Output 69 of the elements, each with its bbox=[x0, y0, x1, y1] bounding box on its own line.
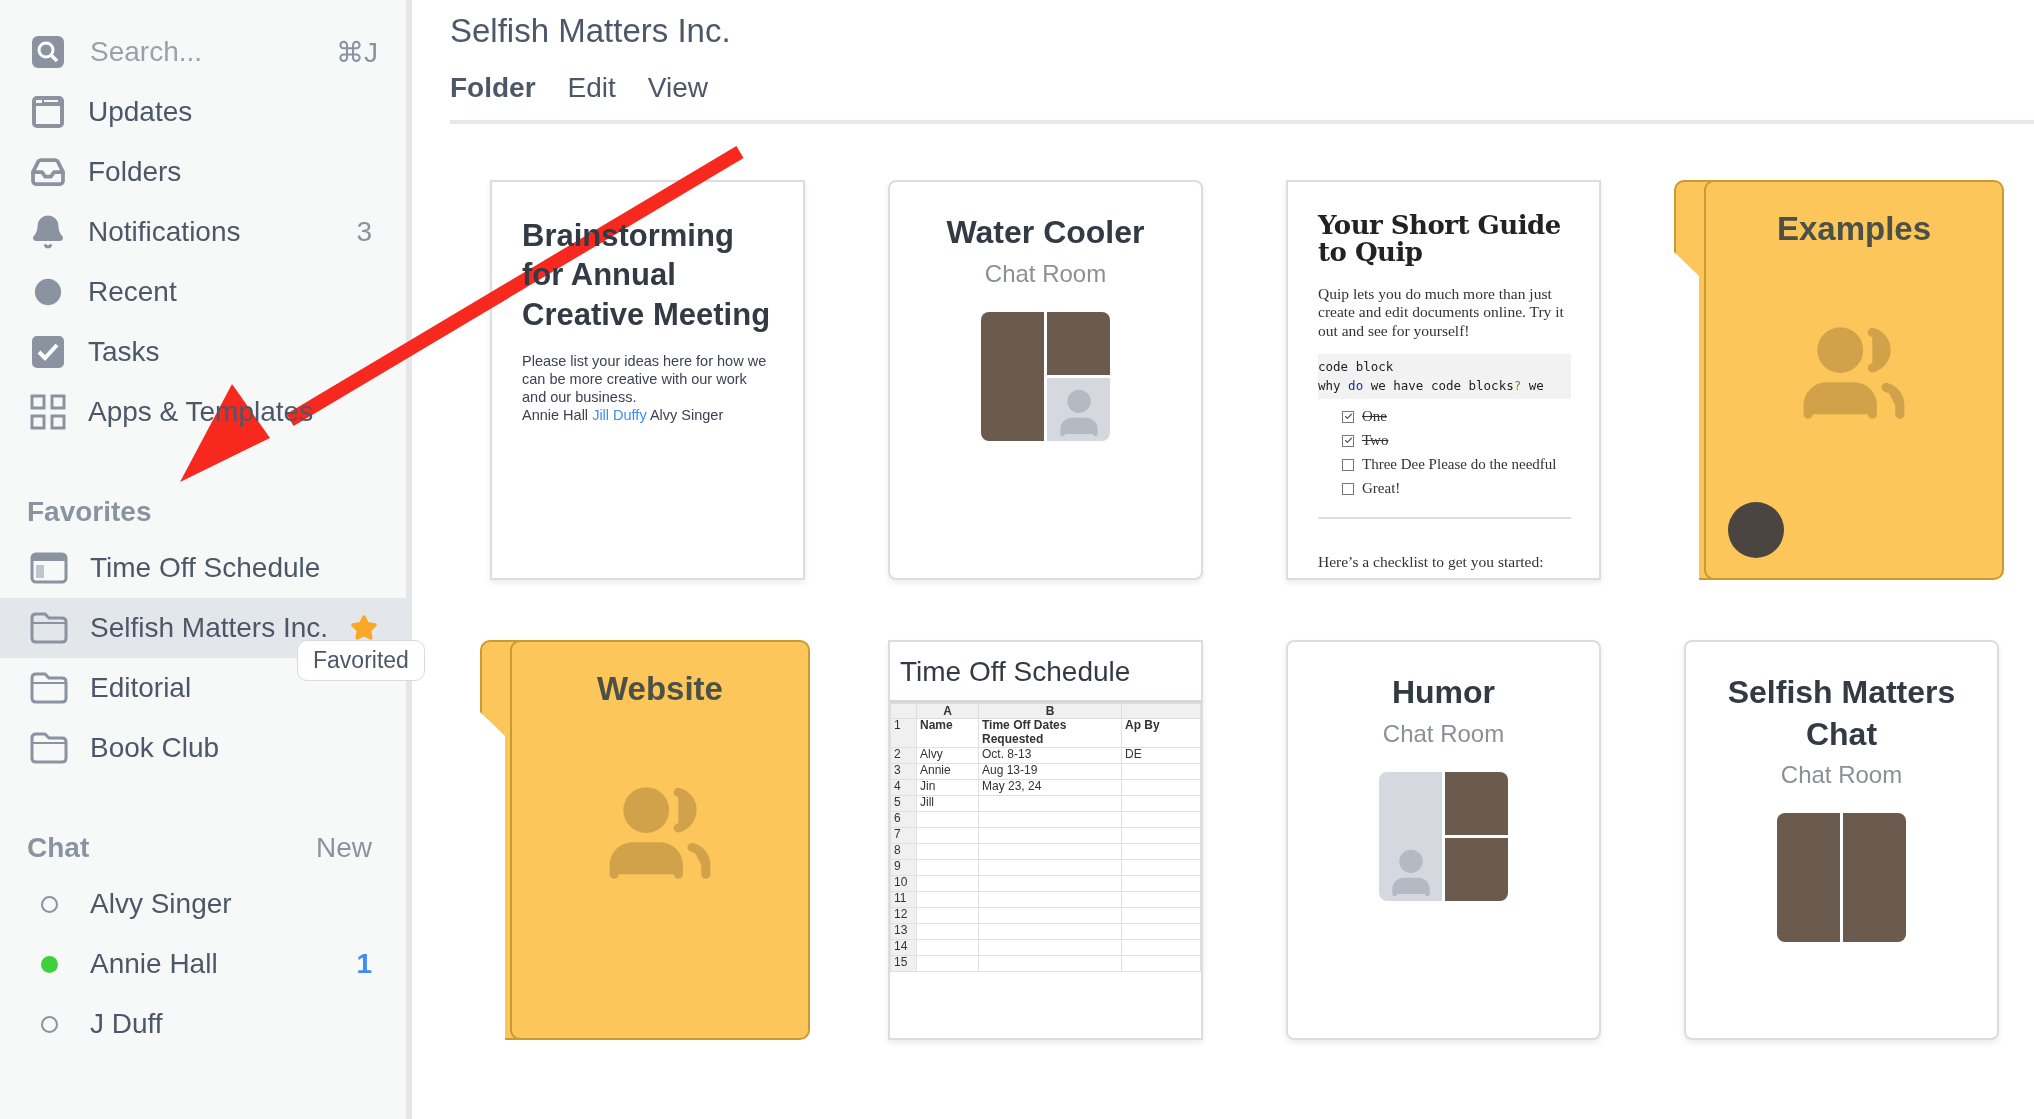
folder-title: Website bbox=[597, 670, 723, 708]
table-cell: Name bbox=[916, 718, 979, 748]
chat-room-card[interactable]: Water Cooler Chat Room bbox=[888, 180, 1203, 580]
chat-room-card[interactable]: Humor Chat Room bbox=[1286, 640, 1601, 1040]
checkbox[interactable] bbox=[1342, 434, 1354, 447]
column-header: A bbox=[916, 703, 979, 719]
menu-item[interactable]: View bbox=[647, 72, 708, 104]
favorite-item[interactable]: Book Club bbox=[0, 718, 248, 778]
folder-card[interactable]: Website bbox=[510, 640, 810, 1040]
document-text: Here’s a checklist to get you started: bbox=[1317, 551, 1545, 571]
chat-item[interactable]: J Duff bbox=[0, 994, 406, 1054]
tooltip: Favorited bbox=[297, 640, 425, 681]
search-icon bbox=[30, 34, 66, 70]
notification-count: 3 bbox=[356, 216, 372, 248]
checkbox-icon bbox=[30, 334, 66, 370]
table-cell: Ap By bbox=[1121, 718, 1201, 748]
checklist-item: Great! bbox=[1362, 480, 1401, 498]
checklist-item: One bbox=[1362, 408, 1387, 426]
folder-icon bbox=[30, 672, 68, 704]
menu-item[interactable]: Edit bbox=[567, 72, 616, 104]
document-card[interactable] bbox=[1286, 180, 1601, 580]
sidebar-item[interactable]: Folders bbox=[0, 142, 406, 202]
sidebar-item[interactable]: Tasks bbox=[0, 322, 406, 382]
code-block: code block why do we have code blocks? we bbox=[1318, 354, 1571, 399]
table-cell: Time Off Dates Requested bbox=[978, 718, 1122, 748]
checkbox[interactable] bbox=[1342, 410, 1354, 423]
photo-placeholder bbox=[1445, 837, 1508, 901]
photo-placeholder bbox=[1047, 311, 1110, 375]
chat-room-title: Humor bbox=[1390, 673, 1497, 712]
menu-item[interactable]: Folder bbox=[450, 72, 536, 104]
chat-item[interactable]: Annie Hall 1 bbox=[0, 934, 406, 994]
checkbox[interactable] bbox=[1342, 482, 1354, 495]
folder-icon bbox=[30, 732, 68, 764]
chat-room-title: Selfish Matters Chat bbox=[1726, 673, 1957, 754]
chat-room-title: Water Cooler bbox=[945, 213, 1146, 252]
document-title: Your Short Guide to Quip bbox=[1316, 209, 1562, 267]
chat-item[interactable]: Alvy Singer bbox=[0, 874, 406, 934]
photo-placeholder bbox=[1445, 771, 1508, 835]
folder-icon bbox=[30, 612, 68, 644]
bell-icon bbox=[30, 214, 66, 250]
chat-room-card[interactable]: Selfish Matters Chat Chat Room bbox=[1684, 640, 1999, 1040]
checklist-item: Two bbox=[1362, 432, 1389, 450]
favorite-item[interactable]: Editorial bbox=[0, 658, 220, 718]
search-field[interactable]: Search... bbox=[88, 35, 314, 69]
folder-title: Examples bbox=[1776, 210, 1932, 248]
chat-room-subtitle: Chat Room bbox=[983, 259, 1108, 288]
spreadsheet-card[interactable]: Time Off Schedule A B 1 Name Time Off Dates Requested Ap By 2 Alvy Oct. 8-13 DE 3 Annie Aug 13-19 4 Jin May 23, 24 5 Jill 6 7 8 9 10 11 12 13 14 15 bbox=[888, 640, 1203, 1040]
checklist-item: Three Dee Please do the needful bbox=[1362, 456, 1557, 474]
checkbox[interactable] bbox=[1342, 458, 1354, 471]
section-title: Chat bbox=[27, 832, 90, 864]
row-number: 1 bbox=[890, 718, 917, 748]
document-text: Please list your ideas here for how we can be more creative with our work and our business. Annie Hall Jill Duffy Alvy Singer bbox=[521, 352, 768, 425]
grid-icon bbox=[30, 394, 66, 430]
folder-card[interactable]: Examples bbox=[1704, 180, 2004, 580]
document-text: Quip lets you do much more than just create and edit documents online. Try it out and see for yourself! bbox=[1317, 283, 1565, 341]
sidebar-item[interactable]: Notifications 3 bbox=[0, 202, 406, 262]
document-icon bbox=[30, 552, 68, 584]
sidebar-item[interactable]: Recent bbox=[0, 262, 406, 322]
sidebar-item[interactable]: Updates bbox=[0, 82, 406, 142]
unread-count: 1 bbox=[356, 948, 372, 980]
keyboard-shortcut: ⌘J bbox=[336, 35, 378, 69]
page-title: Selfish Matters Inc. bbox=[450, 12, 732, 50]
star-icon[interactable] bbox=[350, 613, 378, 643]
column-header: B bbox=[978, 703, 1122, 719]
chat-room-subtitle: Chat Room bbox=[1381, 719, 1506, 748]
chat-room-subtitle: Chat Room bbox=[1779, 761, 1904, 790]
favorite-item[interactable]: Time Off Schedule bbox=[0, 538, 349, 598]
window-icon bbox=[30, 94, 66, 130]
section-title: Favorites bbox=[27, 496, 152, 528]
